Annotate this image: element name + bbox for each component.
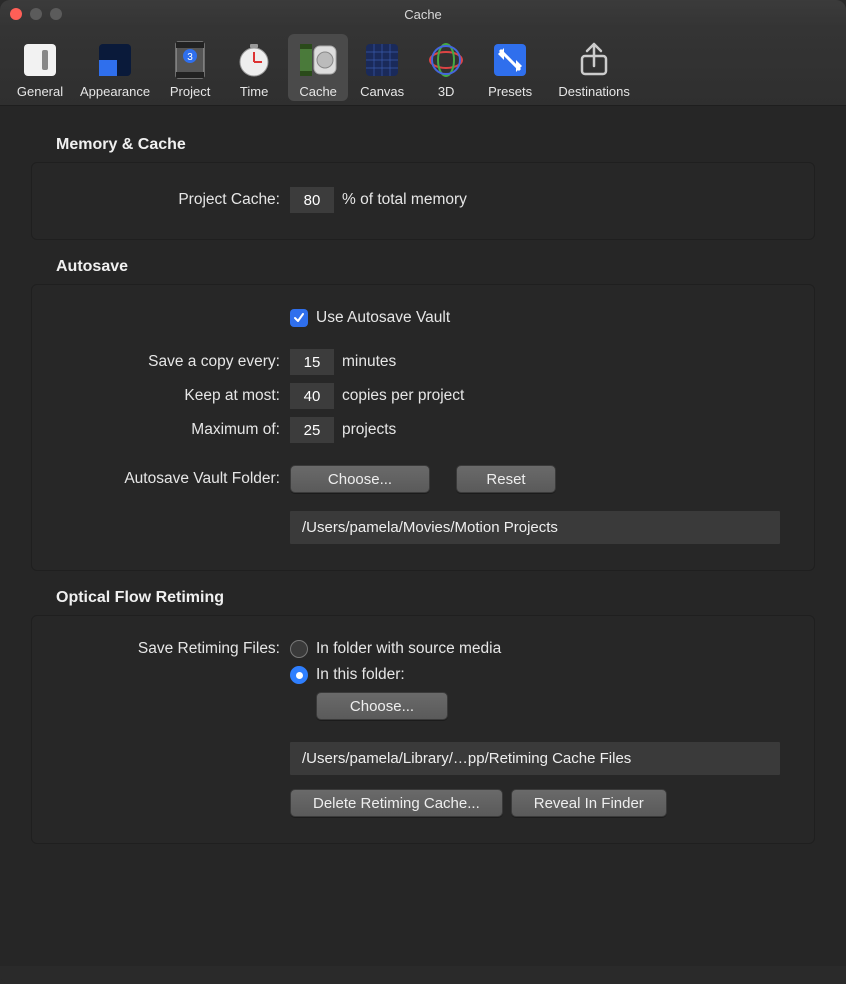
save-every-label: Save a copy every: xyxy=(50,353,290,371)
tab-label: Destinations xyxy=(558,84,630,99)
section-memory-cache-title: Memory & Cache xyxy=(56,136,816,154)
general-icon xyxy=(18,38,62,82)
zoom-button[interactable] xyxy=(50,8,62,20)
titlebar: Cache xyxy=(0,0,846,28)
autosave-vault-folder-label: Autosave Vault Folder: xyxy=(50,470,290,488)
retiming-radio-source-label: In folder with source media xyxy=(316,640,501,658)
section-optical-flow: Save Retiming Files: In folder with sour… xyxy=(31,615,815,844)
save-retiming-files-label: Save Retiming Files: xyxy=(50,640,290,658)
project-cache-unit: % of total memory xyxy=(342,191,467,209)
window-title: Cache xyxy=(0,7,846,22)
tab-appearance[interactable]: Appearance xyxy=(74,34,156,101)
save-every-unit: minutes xyxy=(342,353,396,371)
project-cache-label: Project Cache: xyxy=(50,191,290,209)
section-autosave: Use Autosave Vault Save a copy every: mi… xyxy=(31,284,815,571)
preferences-toolbar: General Appearance 3 Project Time Cache xyxy=(0,28,846,106)
retiming-radio-source[interactable] xyxy=(290,640,308,658)
section-autosave-title: Autosave xyxy=(56,258,816,276)
project-cache-input[interactable] xyxy=(290,187,334,213)
presets-icon xyxy=(488,38,532,82)
time-icon xyxy=(232,38,276,82)
tab-canvas[interactable]: Canvas xyxy=(352,34,412,101)
tab-label: Canvas xyxy=(360,84,404,99)
reveal-in-finder-button[interactable]: Reveal In Finder xyxy=(511,789,667,817)
delete-retiming-cache-button[interactable]: Delete Retiming Cache... xyxy=(290,789,503,817)
cache-icon xyxy=(296,38,340,82)
tab-label: 3D xyxy=(438,84,455,99)
tab-presets[interactable]: Presets xyxy=(480,34,540,101)
retiming-folder-path: /Users/pamela/Library/…pp/Retiming Cache… xyxy=(290,742,780,775)
keep-at-most-label: Keep at most: xyxy=(50,387,290,405)
window-controls xyxy=(10,8,62,20)
keep-at-most-unit: copies per project xyxy=(342,387,464,405)
retiming-choose-button[interactable]: Choose... xyxy=(316,692,448,720)
save-every-input[interactable] xyxy=(290,349,334,375)
tab-time[interactable]: Time xyxy=(224,34,284,101)
tab-cache[interactable]: Cache xyxy=(288,34,348,101)
tab-3d[interactable]: 3D xyxy=(416,34,476,101)
keep-at-most-input[interactable] xyxy=(290,383,334,409)
preferences-content: Memory & Cache Project Cache: % of total… xyxy=(0,106,846,966)
maximum-of-unit: projects xyxy=(342,421,396,439)
maximum-of-input[interactable] xyxy=(290,417,334,443)
minimize-button[interactable] xyxy=(30,8,42,20)
autosave-choose-button[interactable]: Choose... xyxy=(290,465,430,493)
close-button[interactable] xyxy=(10,8,22,20)
tab-label: Time xyxy=(240,84,268,99)
section-optical-flow-title: Optical Flow Retiming xyxy=(56,589,816,607)
appearance-icon xyxy=(93,38,137,82)
tab-label: Appearance xyxy=(80,84,150,99)
tab-label: Project xyxy=(170,84,210,99)
autosave-vault-path: /Users/pamela/Movies/Motion Projects xyxy=(290,511,780,544)
tab-project[interactable]: 3 Project xyxy=(160,34,220,101)
tab-label: Presets xyxy=(488,84,532,99)
tab-destinations[interactable]: Destinations xyxy=(544,34,644,101)
retiming-radio-folder[interactable] xyxy=(290,666,308,684)
tab-label: Cache xyxy=(299,84,337,99)
autosave-reset-button[interactable]: Reset xyxy=(456,465,556,493)
tab-label: General xyxy=(17,84,63,99)
tab-general[interactable]: General xyxy=(10,34,70,101)
section-memory-cache: Project Cache: % of total memory xyxy=(31,162,815,240)
use-autosave-vault-checkbox[interactable] xyxy=(290,309,308,327)
retiming-radio-folder-label: In this folder: xyxy=(316,666,405,684)
use-autosave-vault-label: Use Autosave Vault xyxy=(316,309,450,327)
svg-text:3: 3 xyxy=(187,52,193,63)
maximum-of-label: Maximum of: xyxy=(50,421,290,439)
project-icon: 3 xyxy=(168,38,212,82)
3d-icon xyxy=(424,38,468,82)
destinations-icon xyxy=(572,38,616,82)
canvas-icon xyxy=(360,38,404,82)
